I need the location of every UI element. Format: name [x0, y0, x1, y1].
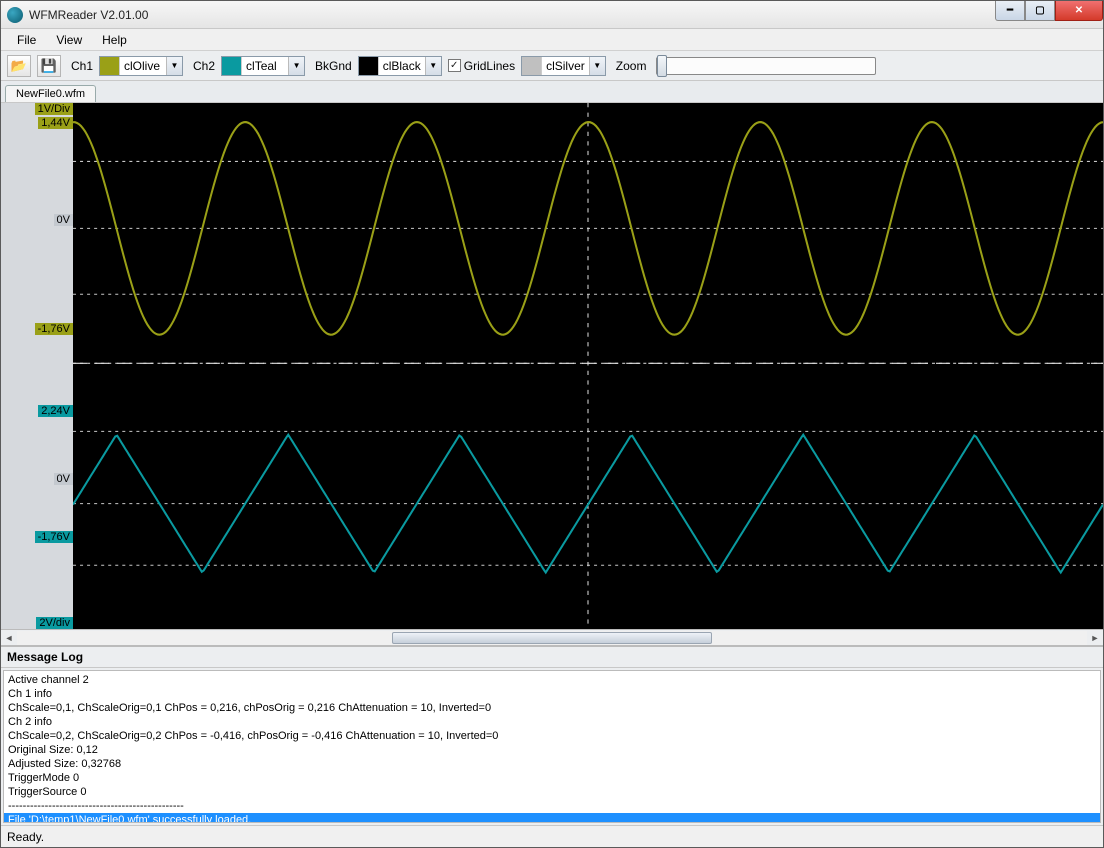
scroll-thumb[interactable]: [392, 632, 712, 644]
scope-area: 1V/Div 1,44V 0V -1,76V 2,24V 0V -1,76V 2…: [1, 103, 1103, 629]
message-log-panel: Message Log Active channel 2Ch 1 infoChS…: [1, 645, 1103, 825]
log-line[interactable]: ----------------------------------------…: [8, 799, 1096, 813]
menu-bar: File View Help: [1, 29, 1103, 51]
toolbar: 📂 💾 Ch1 clOlive ▼ Ch2 clTeal ▼ BkGnd clB…: [1, 51, 1103, 81]
ch2-min-label: -1,76V: [35, 531, 73, 543]
save-disk-icon: 💾: [41, 58, 57, 74]
bkgnd-label: BkGnd: [315, 59, 352, 73]
chevron-down-icon: ▼: [166, 57, 182, 75]
ch1-color-combo[interactable]: clOlive ▼: [99, 56, 183, 76]
window-title: WFMReader V2.01.00: [29, 8, 148, 22]
status-bar: Ready.: [1, 825, 1103, 847]
ch2-scale-label: 2V/div: [36, 617, 73, 629]
ch1-scale-label: 1V/Div: [35, 103, 73, 115]
ch2-max-label: 2,24V: [38, 405, 73, 417]
open-button[interactable]: 📂: [7, 55, 31, 77]
log-line[interactable]: Adjusted Size: 0,32768: [8, 757, 1096, 771]
chevron-down-icon: ▼: [425, 57, 441, 75]
close-button[interactable]: ✕: [1055, 1, 1103, 21]
vertical-axis-gutter: 1V/Div 1,44V 0V -1,76V 2,24V 0V -1,76V 2…: [1, 103, 73, 629]
menu-view[interactable]: View: [46, 31, 92, 49]
maximize-button[interactable]: ▢: [1025, 1, 1055, 21]
log-line[interactable]: TriggerSource 0: [8, 785, 1096, 799]
log-line-selected[interactable]: File 'D:\temp1\NewFile0.wfm' successfull…: [4, 813, 1100, 823]
bkgnd-color-name: clBlack: [379, 59, 425, 73]
scope-canvas[interactable]: [73, 103, 1103, 629]
log-line[interactable]: ChScale=0,2, ChScaleOrig=0,2 ChPos = -0,…: [8, 729, 1096, 743]
ch2-label: Ch2: [193, 59, 215, 73]
save-button[interactable]: 💾: [37, 55, 61, 77]
waveform-svg: [73, 103, 1103, 629]
open-folder-icon: 📂: [11, 58, 27, 74]
ch1-label: Ch1: [71, 59, 93, 73]
log-line[interactable]: Original Size: 0,12: [8, 743, 1096, 757]
menu-file[interactable]: File: [7, 31, 46, 49]
zoom-handle[interactable]: [657, 55, 667, 77]
file-tab[interactable]: NewFile0.wfm: [5, 85, 96, 102]
log-line[interactable]: ChScale=0,1, ChScaleOrig=0,1 ChPos = 0,2…: [8, 701, 1096, 715]
ch2-color-combo[interactable]: clTeal ▼: [221, 56, 305, 76]
minimize-button[interactable]: ━: [995, 1, 1025, 21]
bkgnd-swatch: [359, 57, 379, 75]
scroll-track[interactable]: [17, 631, 1087, 645]
gridlines-checkbox[interactable]: ✓ GridLines: [448, 59, 515, 73]
ch1-min-label: -1,76V: [35, 323, 73, 335]
chevron-down-icon: ▼: [589, 57, 605, 75]
ch1-swatch: [100, 57, 120, 75]
grid-swatch: [522, 57, 542, 75]
ch2-zero-label: 0V: [54, 473, 73, 485]
message-log-header: Message Log: [1, 647, 1103, 668]
checkbox-icon: ✓: [448, 59, 461, 72]
log-line[interactable]: Ch 2 info: [8, 715, 1096, 729]
log-line[interactable]: Active channel 2: [8, 673, 1096, 687]
horizontal-scrollbar[interactable]: ◄ ►: [1, 629, 1103, 645]
log-line[interactable]: Ch 1 info: [8, 687, 1096, 701]
scroll-left-icon[interactable]: ◄: [1, 631, 17, 645]
gridlines-label: GridLines: [464, 59, 515, 73]
chevron-down-icon: ▼: [288, 57, 304, 75]
message-log-body[interactable]: Active channel 2Ch 1 infoChScale=0,1, Ch…: [3, 670, 1101, 823]
zoom-label: Zoom: [616, 59, 647, 73]
tab-strip: NewFile0.wfm: [1, 81, 1103, 103]
zoom-slider[interactable]: [656, 57, 876, 75]
ch1-zero-label: 0V: [54, 214, 73, 226]
grid-color-name: clSilver: [542, 59, 589, 73]
title-bar: WFMReader V2.01.00 ━ ▢ ✕: [1, 1, 1103, 29]
ch1-max-label: 1,44V: [38, 117, 73, 129]
ch1-color-name: clOlive: [120, 59, 166, 73]
ch2-color-name: clTeal: [242, 59, 288, 73]
bkgnd-color-combo[interactable]: clBlack ▼: [358, 56, 442, 76]
scroll-right-icon[interactable]: ►: [1087, 631, 1103, 645]
status-text: Ready.: [7, 830, 44, 844]
app-icon: [7, 7, 23, 23]
log-line[interactable]: TriggerMode 0: [8, 771, 1096, 785]
menu-help[interactable]: Help: [92, 31, 137, 49]
ch2-swatch: [222, 57, 242, 75]
grid-color-combo[interactable]: clSilver ▼: [521, 56, 606, 76]
